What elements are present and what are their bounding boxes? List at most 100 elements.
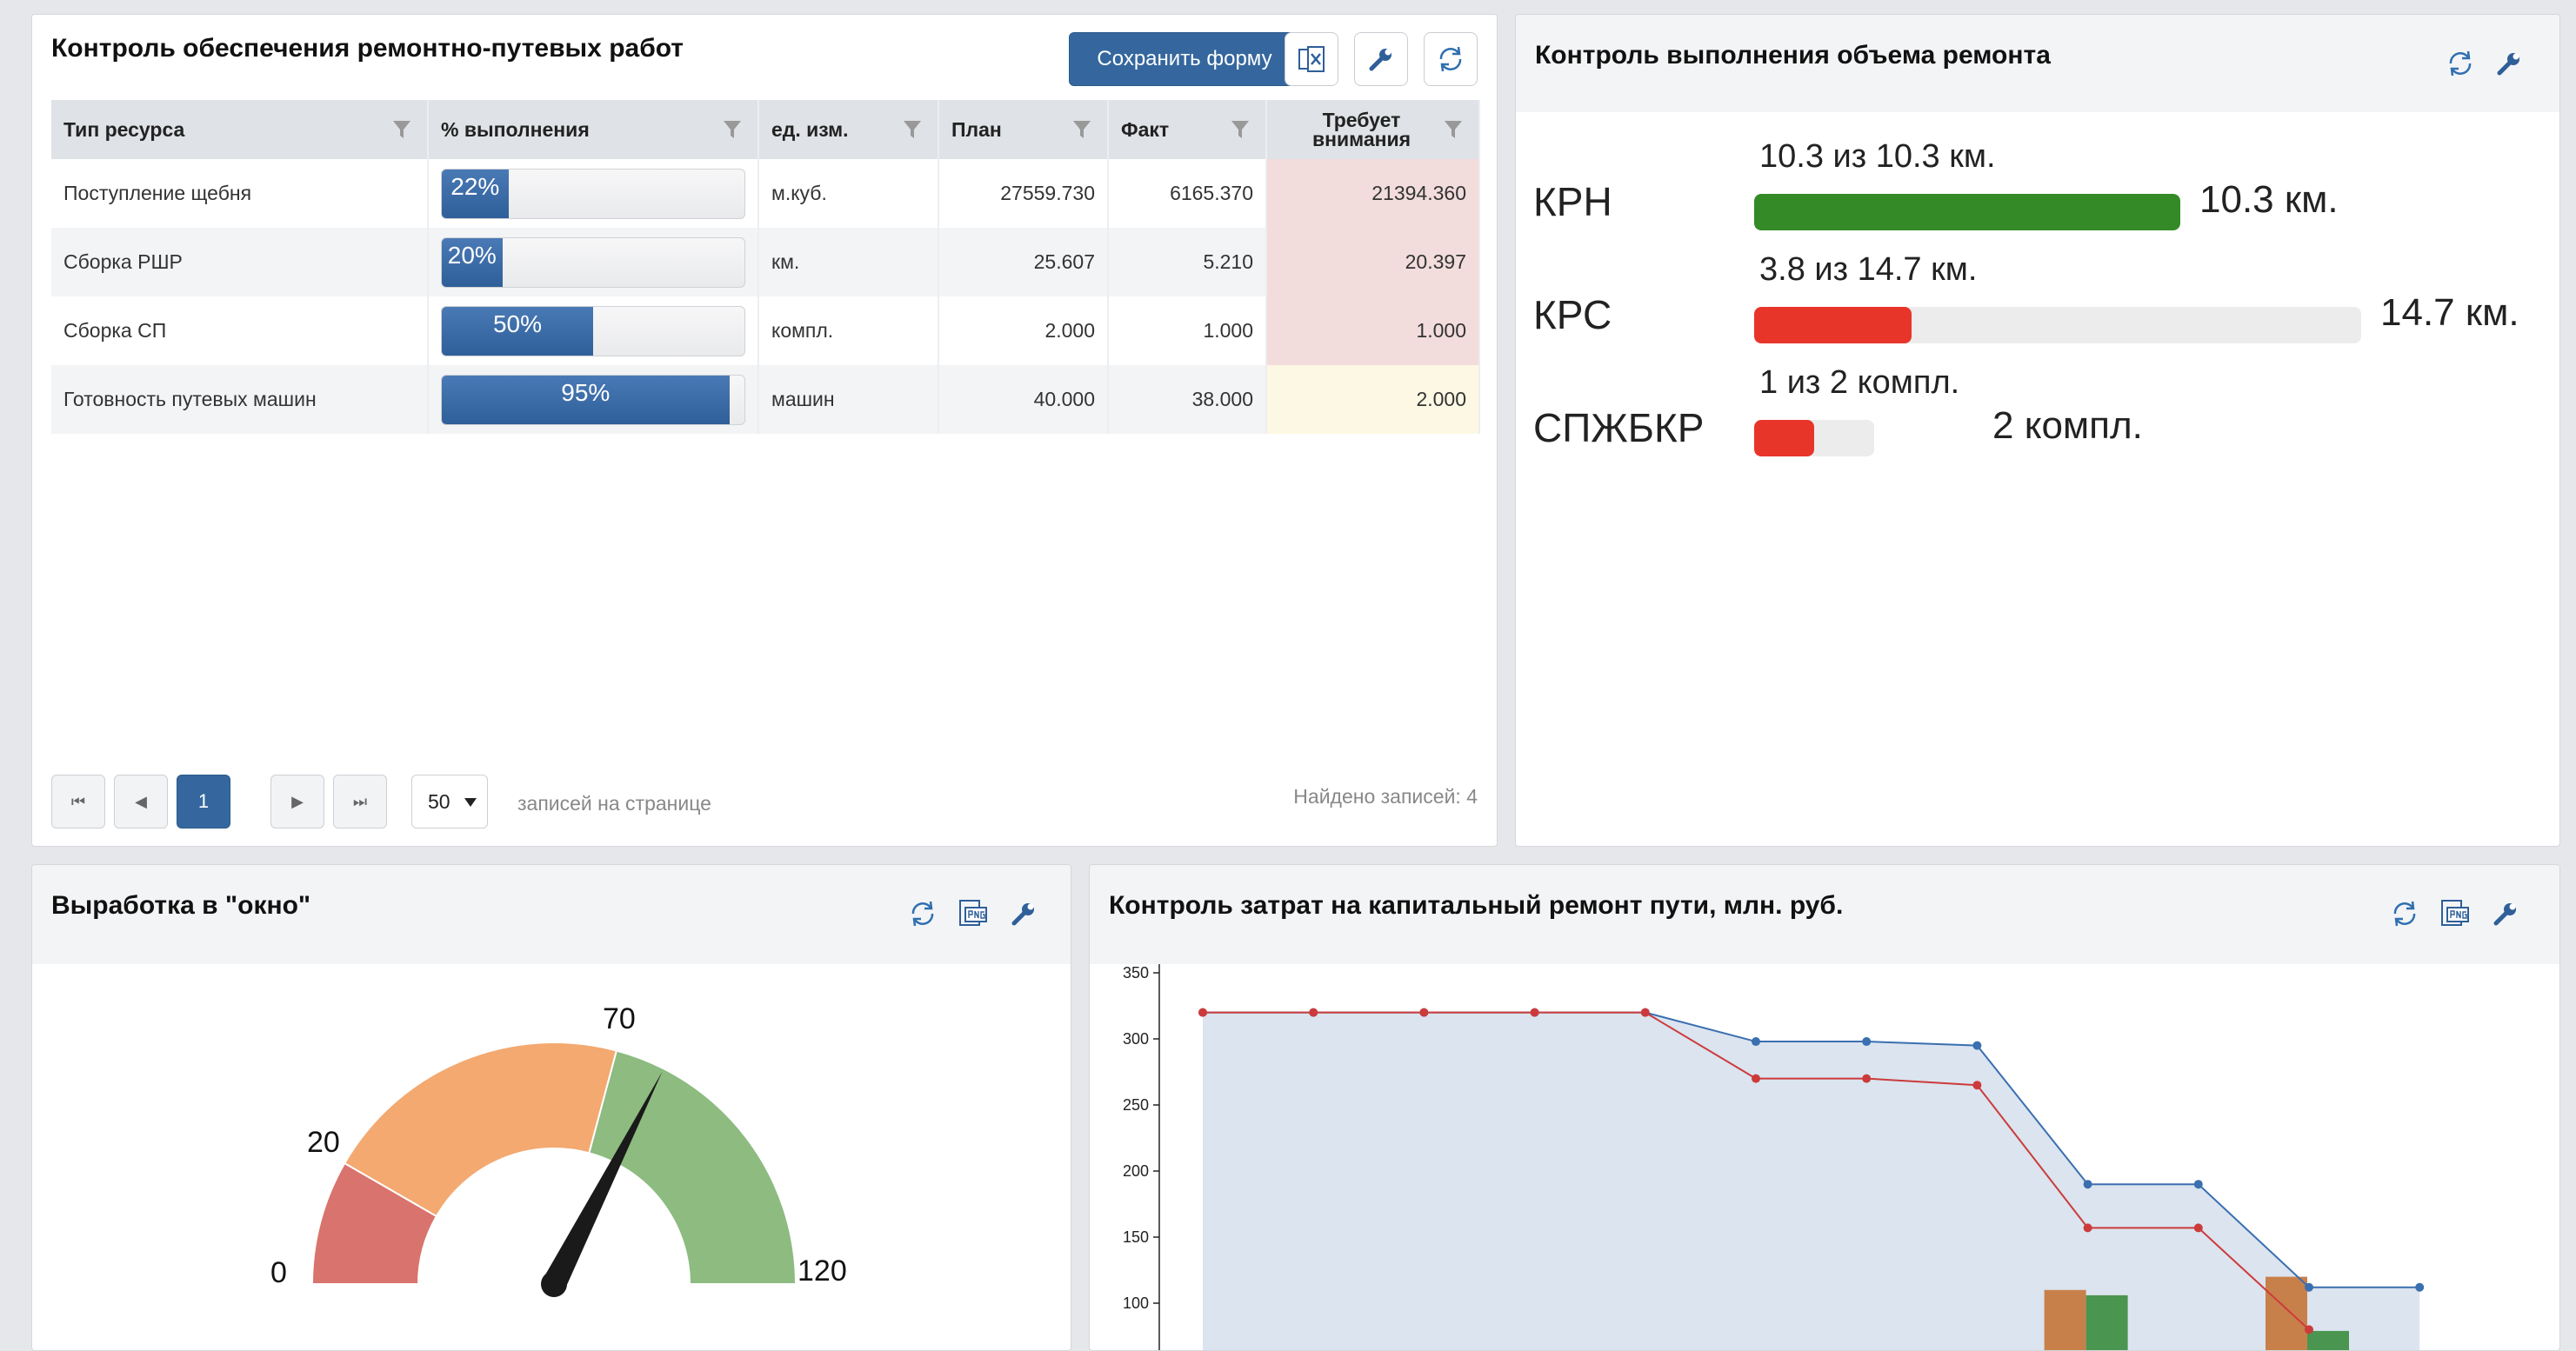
percent-progress-fill: 22% bbox=[442, 169, 509, 218]
filter-icon[interactable] bbox=[1444, 119, 1463, 140]
refresh-icon bbox=[2393, 901, 2416, 927]
series-point[interactable] bbox=[1862, 1074, 1872, 1083]
page-size-value: 50 bbox=[428, 789, 450, 813]
filter-icon[interactable] bbox=[1072, 119, 1091, 140]
refresh-button[interactable] bbox=[2382, 891, 2427, 936]
y-tick-label: 350 bbox=[1123, 964, 1149, 982]
column-header-percent[interactable]: % выполнения bbox=[428, 100, 759, 159]
wrench-icon bbox=[1369, 49, 1391, 71]
krs-sub: 3.8 из 14.7 км. bbox=[1759, 251, 1978, 288]
gauge-chart bbox=[310, 1042, 797, 1297]
column-header-plan[interactable]: План bbox=[938, 100, 1109, 159]
series-point[interactable] bbox=[1752, 1037, 1760, 1047]
save-form-button[interactable]: Сохранить форму bbox=[1069, 32, 1300, 86]
gauge-needle-hub bbox=[541, 1271, 567, 1297]
table-row[interactable]: Готовность путевых машин 95% машин 40.000 38… bbox=[51, 365, 1480, 434]
percent-progress-bar: 20% bbox=[441, 236, 745, 288]
series-point[interactable] bbox=[2305, 1282, 2313, 1292]
panel-title: Контроль выполнения объема ремонта bbox=[1535, 41, 2051, 70]
costs-panel: Контроль затрат на капитальный ремонт пу… bbox=[1089, 864, 2560, 1351]
column-label: Требует внимания bbox=[1311, 109, 1411, 150]
export-png-button[interactable] bbox=[951, 891, 996, 936]
cell-fact: 6165.370 bbox=[1108, 159, 1267, 228]
cell-resource: Сборка СП bbox=[51, 296, 429, 365]
wrench-icon bbox=[1011, 903, 1034, 926]
series-area bbox=[1203, 1012, 2420, 1350]
page-size-label: записей на странице bbox=[517, 792, 711, 815]
refresh-icon bbox=[911, 901, 934, 927]
series-point[interactable] bbox=[2083, 1180, 2092, 1189]
refresh-icon bbox=[2449, 50, 2472, 77]
export-excel-button[interactable] bbox=[1285, 32, 1338, 86]
filter-icon[interactable] bbox=[1231, 119, 1250, 140]
y-tick-label: 100 bbox=[1123, 1294, 1149, 1312]
export-png-button[interactable] bbox=[2433, 891, 2478, 936]
column-header-attention[interactable]: Требует внимания bbox=[1266, 100, 1480, 159]
series-point[interactable] bbox=[1198, 1008, 1207, 1017]
filter-icon[interactable] bbox=[723, 119, 742, 140]
cell-attention: 21394.360 bbox=[1266, 159, 1480, 228]
column-header-fact[interactable]: Факт bbox=[1108, 100, 1267, 159]
series-point[interactable] bbox=[1309, 1008, 1318, 1017]
gauge-t2-label: 70 bbox=[603, 1002, 636, 1035]
page-size-select[interactable]: 50 bbox=[411, 775, 488, 829]
filter-icon[interactable] bbox=[903, 119, 922, 140]
series-point[interactable] bbox=[2415, 1282, 2425, 1292]
gauge-band-2 bbox=[588, 1049, 797, 1285]
bar bbox=[2044, 1289, 2086, 1350]
series-point[interactable] bbox=[2305, 1325, 2313, 1334]
series-point[interactable] bbox=[2193, 1223, 2203, 1233]
y-tick-label: 150 bbox=[1123, 1228, 1149, 1246]
page-1-button[interactable]: 1 bbox=[177, 775, 230, 829]
series-point[interactable] bbox=[1530, 1008, 1539, 1017]
spzhbkr-label: СПЖБКР bbox=[1533, 405, 1705, 450]
bar bbox=[2085, 1294, 2128, 1350]
series-point[interactable] bbox=[1972, 1041, 1982, 1050]
cell-resource: Поступление щебня bbox=[51, 159, 429, 228]
percent-progress-fill: 50% bbox=[442, 306, 593, 356]
krn-label: КРН bbox=[1533, 179, 1612, 224]
cell-unit: машин bbox=[758, 365, 939, 434]
filter-icon[interactable] bbox=[392, 119, 411, 140]
spzhbkr-max: 2 компл. bbox=[1992, 404, 2143, 447]
percent-label: 22% bbox=[450, 172, 500, 200]
cell-plan: 2.000 bbox=[938, 296, 1109, 365]
refresh-button[interactable] bbox=[2438, 41, 2483, 86]
percent-progress-bar: 95% bbox=[441, 374, 745, 425]
y-tick-label: 200 bbox=[1123, 1162, 1149, 1180]
krn-progress bbox=[1754, 194, 2180, 230]
settings-button[interactable] bbox=[1001, 891, 1046, 936]
cell-plan: 40.000 bbox=[938, 365, 1109, 434]
next-page-button[interactable]: ▶ bbox=[270, 775, 324, 829]
percent-label: 20% bbox=[447, 241, 497, 269]
cell-percent: 22% bbox=[428, 159, 759, 228]
prev-page-button[interactable]: ◀ bbox=[114, 775, 168, 829]
percent-progress-fill: 95% bbox=[442, 375, 730, 424]
table-row[interactable]: Сборка СП 50% компл. 2.000 1.000 1.000 bbox=[51, 296, 1480, 365]
column-header-resource[interactable]: Тип ресурса bbox=[51, 100, 429, 159]
last-page-button[interactable]: ⏭ bbox=[333, 775, 387, 829]
series-point[interactable] bbox=[2193, 1180, 2203, 1189]
settings-button[interactable] bbox=[2486, 41, 2532, 86]
y-tick-label: 300 bbox=[1123, 1030, 1149, 1048]
refresh-button[interactable] bbox=[900, 891, 945, 936]
settings-button[interactable] bbox=[2483, 891, 2528, 936]
series-point[interactable] bbox=[2083, 1223, 2092, 1233]
series-point[interactable] bbox=[1972, 1081, 1982, 1090]
panel-title: Контроль обеспечения ремонтно-путевых ра… bbox=[51, 34, 684, 63]
settings-button[interactable] bbox=[1354, 32, 1408, 86]
supply-control-panel: Контроль обеспечения ремонтно-путевых ра… bbox=[31, 14, 1498, 847]
refresh-button[interactable] bbox=[1424, 32, 1478, 86]
cell-attention: 20.397 bbox=[1266, 228, 1480, 296]
series-point[interactable] bbox=[1419, 1008, 1429, 1017]
first-page-button[interactable]: ⏮ bbox=[51, 775, 105, 829]
chevron-down-icon bbox=[464, 798, 477, 807]
column-header-unit[interactable]: ед. изм. bbox=[758, 100, 939, 159]
table-row[interactable]: Поступление щебня 22% м.куб. 27559.730 6165.… bbox=[51, 159, 1480, 228]
table-row[interactable]: Сборка РШР 20% км. 25.607 5.210 20.397 bbox=[51, 228, 1480, 296]
series-point[interactable] bbox=[1640, 1008, 1650, 1017]
series-point[interactable] bbox=[1862, 1037, 1872, 1047]
spzhbkr-progress bbox=[1754, 420, 1874, 456]
series-point[interactable] bbox=[1752, 1074, 1760, 1083]
percent-progress-bar: 50% bbox=[441, 305, 745, 356]
